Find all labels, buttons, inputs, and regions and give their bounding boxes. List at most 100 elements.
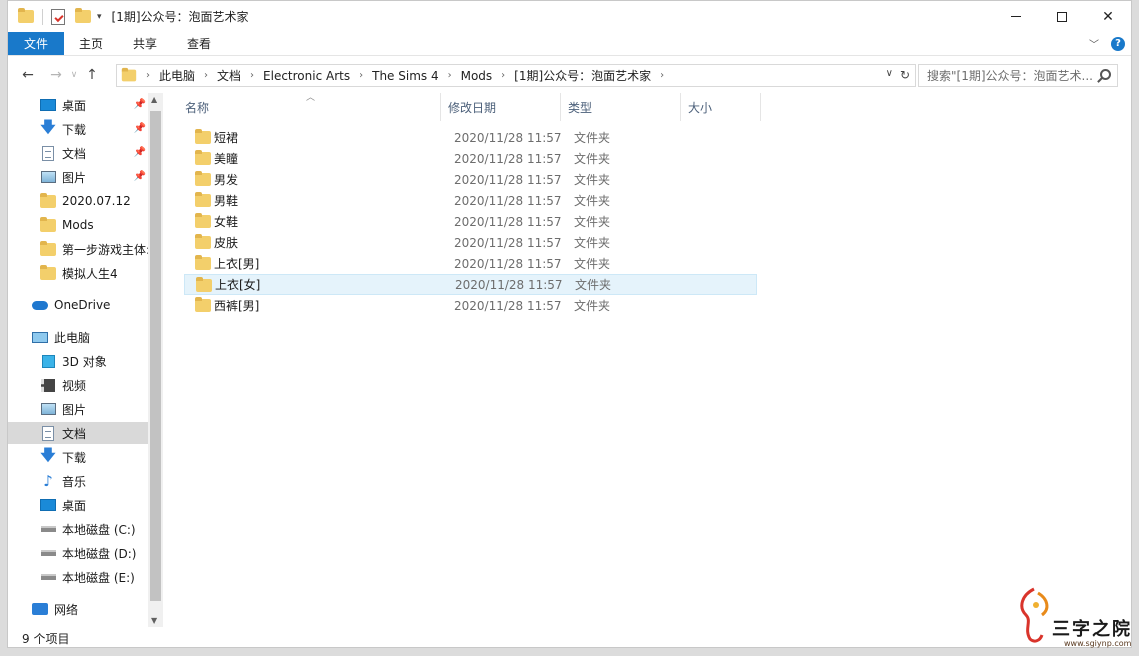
file-type: 文件夹 bbox=[574, 257, 611, 271]
forward-button[interactable]: → bbox=[44, 67, 68, 83]
file-row[interactable]: 西裤[男] 2020/11/28 11:57 文件夹 bbox=[184, 295, 757, 316]
pin-icon[interactable]: 📌 bbox=[134, 123, 146, 134]
watermark: 三字之院 www.sgiynp.com bbox=[1012, 585, 1134, 650]
help-icon[interactable]: ? bbox=[1111, 36, 1125, 51]
breadcrumb: › 此电脑 › 文档 › Electronic Arts › The Sims … bbox=[137, 67, 673, 84]
folder-icon bbox=[121, 67, 137, 82]
file-row[interactable]: 男鞋 2020/11/28 11:57 文件夹 bbox=[184, 190, 757, 211]
nav-item-label: 下载 bbox=[62, 450, 87, 465]
nav-item-documents[interactable]: 文档 📌 bbox=[8, 142, 148, 164]
maximize-button[interactable] bbox=[1039, 1, 1085, 32]
properties-icon[interactable] bbox=[51, 8, 65, 25]
folder-icon bbox=[195, 255, 211, 270]
nav-item-downloads[interactable]: 🡇 下载 bbox=[8, 446, 148, 468]
breadcrumb-item[interactable]: 文档 bbox=[217, 67, 241, 84]
nav-item-network[interactable]: 网络 bbox=[8, 598, 148, 620]
file-row[interactable]: 短裙 2020/11/28 11:57 文件夹 bbox=[184, 127, 757, 148]
chevron-right-icon[interactable]: › bbox=[146, 70, 150, 81]
nav-item-folder[interactable]: 第一步游戏主体: bbox=[8, 238, 148, 260]
breadcrumb-item[interactable]: Electronic Arts bbox=[263, 69, 350, 83]
recent-locations-icon[interactable]: ∨ bbox=[68, 70, 80, 80]
nav-item-label: OneDrive bbox=[54, 298, 111, 312]
nav-item-onedrive[interactable]: OneDrive bbox=[8, 294, 148, 316]
column-label: 大小 bbox=[688, 100, 713, 115]
tab-home[interactable]: 主页 bbox=[64, 32, 118, 55]
search-box[interactable]: 搜索"[1期]公众号：泡面艺术... bbox=[918, 64, 1118, 87]
nav-item-desktop[interactable]: 桌面 bbox=[8, 494, 148, 516]
column-header-size[interactable]: 大小 bbox=[681, 93, 761, 121]
nav-item-desktop[interactable]: 桌面 📌 bbox=[8, 94, 148, 116]
new-folder-icon[interactable] bbox=[75, 8, 91, 23]
nav-item-label: 图片 bbox=[62, 402, 87, 417]
nav-item-drive-d[interactable]: 本地磁盘 (D:) bbox=[8, 542, 148, 564]
nav-item-pictures[interactable]: 图片 📌 bbox=[8, 166, 148, 188]
breadcrumb-item[interactable]: The Sims 4 bbox=[372, 69, 438, 83]
breadcrumb-item[interactable]: 此电脑 bbox=[159, 67, 195, 84]
nav-item-documents-selected[interactable]: 文档 bbox=[8, 422, 148, 444]
chevron-right-icon[interactable]: › bbox=[250, 70, 254, 81]
scrollbar-thumb[interactable] bbox=[150, 111, 161, 601]
scroll-down-icon[interactable]: ▼ bbox=[151, 616, 157, 625]
download-icon: 🡇 bbox=[40, 118, 56, 136]
tab-share[interactable]: 共享 bbox=[118, 32, 172, 55]
file-row-selected[interactable]: 上衣[女] 2020/11/28 11:57 文件夹 bbox=[184, 274, 757, 295]
drive-icon bbox=[40, 569, 56, 585]
sort-ascending-icon: ︿ bbox=[306, 93, 316, 103]
nav-item-drive-e[interactable]: 本地磁盘 (E:) bbox=[8, 566, 148, 588]
file-row[interactable]: 美瞳 2020/11/28 11:57 文件夹 bbox=[184, 148, 757, 169]
chevron-right-icon[interactable]: › bbox=[448, 70, 452, 81]
folder-icon bbox=[195, 297, 211, 312]
pin-icon[interactable]: 📌 bbox=[134, 99, 146, 110]
pin-icon[interactable]: 📌 bbox=[134, 171, 146, 182]
close-button[interactable]: ✕ bbox=[1085, 1, 1131, 32]
navigation-pane: 桌面 📌 🡇 下载 📌 文档 📌 图片 📌 2020.07.12 Mods 第一… bbox=[8, 93, 163, 627]
3d-objects-icon bbox=[40, 353, 56, 369]
nav-item-pictures[interactable]: 图片 bbox=[8, 398, 148, 420]
nav-item-folder[interactable]: 模拟人生4 bbox=[8, 262, 148, 284]
breadcrumb-item[interactable]: Mods bbox=[461, 69, 493, 83]
file-row[interactable]: 女鞋 2020/11/28 11:57 文件夹 bbox=[184, 211, 757, 232]
nav-item-downloads[interactable]: 🡇 下载 📌 bbox=[8, 118, 148, 140]
column-header-date[interactable]: 修改日期 bbox=[441, 93, 561, 121]
minimize-button[interactable] bbox=[993, 1, 1039, 32]
nav-item-videos[interactable]: 视频 bbox=[8, 374, 148, 396]
back-button[interactable]: ← bbox=[16, 67, 40, 83]
nav-item-3d-objects[interactable]: 3D 对象 bbox=[8, 350, 148, 372]
column-header-name[interactable]: ︿ 名称 bbox=[178, 93, 441, 121]
address-history-icon[interactable]: ∨ bbox=[886, 68, 893, 79]
column-label: 名称 bbox=[185, 100, 210, 115]
up-button[interactable]: ↑ bbox=[80, 67, 104, 83]
file-type: 文件夹 bbox=[575, 278, 612, 292]
nav-item-label: 本地磁盘 (E:) bbox=[62, 570, 135, 585]
file-row[interactable]: 皮肤 2020/11/28 11:57 文件夹 bbox=[184, 232, 757, 253]
tab-file[interactable]: 文件 bbox=[8, 32, 64, 55]
drive-icon bbox=[40, 545, 56, 561]
pin-icon[interactable]: 📌 bbox=[134, 147, 146, 158]
refresh-icon[interactable]: ↻ bbox=[900, 68, 910, 82]
chevron-right-icon[interactable]: › bbox=[660, 70, 664, 81]
chevron-right-icon[interactable]: › bbox=[359, 70, 363, 81]
nav-item-folder[interactable]: 2020.07.12 bbox=[8, 190, 148, 212]
watermark-text: 三字之院 bbox=[1052, 619, 1132, 640]
column-label: 类型 bbox=[568, 100, 593, 115]
nav-item-music[interactable]: ♪ 音乐 bbox=[8, 470, 148, 492]
folder-icon bbox=[40, 192, 56, 209]
nav-item-folder[interactable]: Mods bbox=[8, 214, 148, 236]
chevron-right-icon[interactable]: › bbox=[501, 70, 505, 81]
scroll-up-icon[interactable]: ▲ bbox=[151, 95, 157, 104]
expand-ribbon-icon[interactable]: ﹀ bbox=[1089, 36, 1099, 51]
breadcrumb-item[interactable]: [1期]公众号：泡面艺术家 bbox=[514, 67, 651, 84]
file-row[interactable]: 男发 2020/11/28 11:57 文件夹 bbox=[184, 169, 757, 190]
nav-item-label: 本地磁盘 (D:) bbox=[62, 546, 137, 561]
chevron-right-icon[interactable]: › bbox=[204, 70, 208, 81]
quick-access-toolbar: ▾ bbox=[8, 8, 102, 25]
tab-view[interactable]: 查看 bbox=[172, 32, 226, 55]
column-header-type[interactable]: 类型 bbox=[561, 93, 681, 121]
navigation-scrollbar[interactable]: ▲ ▼ bbox=[148, 93, 163, 627]
address-bar[interactable]: › 此电脑 › 文档 › Electronic Arts › The Sims … bbox=[116, 64, 916, 87]
nav-item-this-pc[interactable]: 此电脑 bbox=[8, 326, 148, 348]
file-date: 2020/11/28 11:57 bbox=[454, 256, 562, 271]
customize-toolbar-icon[interactable]: ▾ bbox=[97, 12, 102, 22]
nav-item-drive-c[interactable]: 本地磁盘 (C:) bbox=[8, 518, 148, 540]
file-row[interactable]: 上衣[男] 2020/11/28 11:57 文件夹 bbox=[184, 253, 757, 274]
